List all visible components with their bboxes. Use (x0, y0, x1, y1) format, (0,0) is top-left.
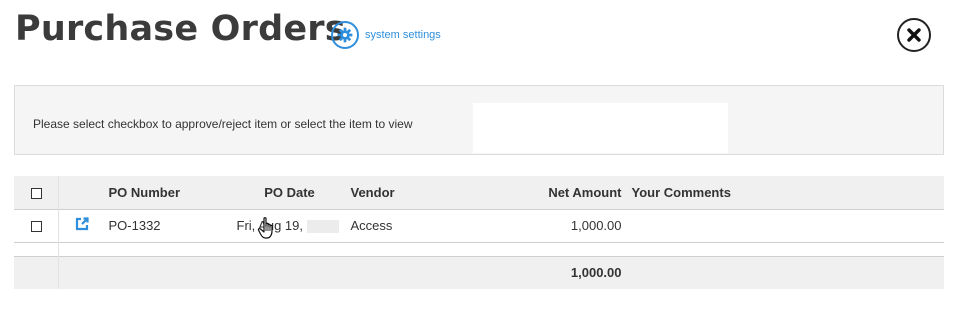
gear-icon[interactable] (331, 21, 359, 49)
external-link-icon[interactable] (75, 217, 89, 231)
row-checkbox[interactable] (30, 221, 42, 233)
row-open-cell[interactable] (59, 209, 109, 242)
header-your-comments: Your Comments (631, 184, 731, 200)
row-net-amount[interactable]: 1,000.00 (454, 209, 622, 242)
info-message: Please select checkbox to approve/reject… (33, 117, 413, 131)
close-icon[interactable] (907, 28, 921, 42)
redacted-year (306, 220, 339, 234)
info-blank-area (473, 103, 728, 153)
total-net-amount: 1,000.00 (570, 265, 622, 281)
row-po-date-cell[interactable]: Fri, Aug 19, (229, 209, 351, 242)
row-checkbox-cell[interactable] (14, 209, 59, 242)
system-settings-link[interactable]: system settings (331, 21, 441, 49)
header-icon-column (59, 176, 109, 209)
table-total-row: 1,000.00 (14, 256, 944, 289)
header-vendor: Vendor (350, 184, 395, 200)
header-po-number: PO Number (108, 184, 181, 200)
table-row[interactable]: PO-1332 Fri, Aug 19, Access 1,000.00 (14, 209, 944, 242)
header-po-date: PO Date (264, 184, 315, 200)
close-button[interactable] (897, 18, 931, 52)
header-net-amount: Net Amount (548, 184, 622, 200)
table-header-row: PO Number PO Date Vendor Net Amount Your… (14, 176, 944, 209)
row-po-number[interactable]: PO-1332 (109, 209, 229, 242)
hand-pointer-icon (257, 217, 273, 239)
page-title: Purchase Orders (15, 9, 346, 49)
purchase-orders-table: PO Number PO Date Vendor Net Amount Your… (14, 176, 944, 289)
info-panel: Please select checkbox to approve/reject… (14, 85, 944, 155)
header-select-all[interactable] (14, 176, 59, 209)
system-settings-label[interactable]: system settings (365, 29, 441, 41)
row-vendor[interactable]: Access (351, 209, 454, 242)
row-comments (622, 209, 945, 242)
select-all-checkbox[interactable] (30, 187, 42, 199)
table-spacer-row (14, 242, 944, 256)
